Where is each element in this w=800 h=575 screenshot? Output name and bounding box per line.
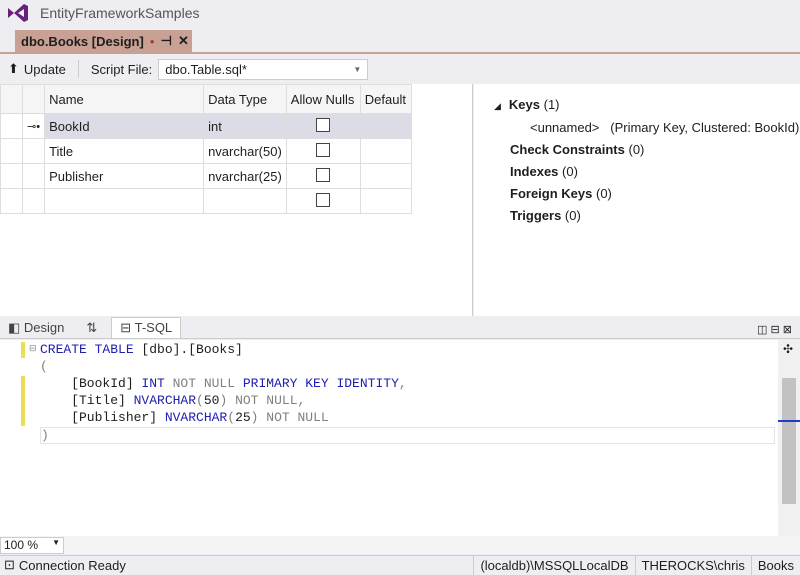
- code-line: (: [40, 359, 48, 374]
- connection-icon: ⊡: [4, 557, 15, 572]
- update-label: Update: [23, 61, 66, 77]
- foreign-keys-node[interactable]: Foreign Keys (0): [494, 183, 800, 205]
- change-marker: [21, 342, 25, 358]
- modified-dot-icon: ●: [149, 36, 155, 46]
- column-name-cell[interactable]: Title: [44, 138, 205, 164]
- default-cell[interactable]: [359, 188, 412, 214]
- key-name: <unnamed>: [530, 120, 600, 135]
- tab-label: dbo.Books [Design]: [21, 33, 144, 49]
- close-icon[interactable]: ✕: [178, 33, 189, 49]
- tab-tsql[interactable]: ⊟ T-SQL: [111, 317, 182, 338]
- columns-grid: Name Data Type Allow Nulls Default ⊸• Bo…: [0, 84, 473, 316]
- zoom-select[interactable]: 100 % ▼: [0, 537, 64, 554]
- pin-icon[interactable]: ⊣: [161, 33, 172, 49]
- app-title: EntityFrameworkSamples: [40, 5, 200, 21]
- code-line: [Title] NVARCHAR(50) NOT NULL,: [40, 393, 306, 408]
- chevron-down-icon: ▼: [353, 64, 362, 74]
- column-name-cell[interactable]: BookId: [44, 113, 205, 139]
- zoom-value: 100 %: [4, 538, 39, 552]
- sql-editor[interactable]: ⊟ CREATE TABLE [dbo].[Books] ( [BookId] …: [0, 340, 778, 536]
- allow-nulls-checkbox[interactable]: [316, 142, 331, 157]
- tab-label: T-SQL: [134, 320, 173, 335]
- toolbar: ⬆ Update Script File: dbo.Table.sql* ▼: [0, 55, 800, 83]
- item-count: (0): [562, 164, 578, 179]
- default-cell[interactable]: [359, 163, 412, 189]
- indexes-node[interactable]: Indexes (0): [494, 161, 800, 183]
- primary-key-icon: ⊸•: [21, 113, 46, 139]
- pane-layout-buttons[interactable]: ◫ ⊟ ⊠: [749, 321, 800, 338]
- upload-arrow-icon: ⬆: [8, 61, 19, 76]
- data-type-cell[interactable]: nvarchar(25): [203, 163, 287, 189]
- header-allow-nulls[interactable]: Allow Nulls: [285, 84, 361, 114]
- code-line: CREATE TABLE [dbo].[Books]: [40, 342, 243, 357]
- table-row[interactable]: ⊸• BookId int: [0, 113, 412, 139]
- script-file-label: Script File:: [90, 61, 153, 77]
- table-properties-pane: ◢ Keys (1) <unnamed> (Primary Key, Cluste…: [474, 84, 800, 316]
- allow-nulls-checkbox[interactable]: [316, 117, 331, 132]
- data-type-cell[interactable]: int: [203, 113, 287, 139]
- item-label: Triggers: [510, 208, 562, 223]
- title-bar: EntityFrameworkSamples: [0, 0, 800, 28]
- user-name: THEROCKS\chris: [634, 555, 751, 575]
- header-name[interactable]: Name: [44, 84, 205, 114]
- editor-footer: [0, 536, 800, 554]
- collapse-icon[interactable]: ⊟: [29, 344, 37, 354]
- allow-nulls-checkbox[interactable]: [316, 192, 331, 207]
- change-marker: [21, 376, 25, 426]
- item-label: Indexes: [510, 164, 559, 179]
- table-row[interactable]: Title nvarchar(50): [0, 138, 412, 164]
- database-name: Books: [750, 555, 800, 575]
- header-data-type[interactable]: Data Type: [203, 84, 287, 114]
- divider: [77, 60, 79, 78]
- keys-node[interactable]: ◢ Keys (1): [494, 94, 800, 117]
- sql-icon: ⊟: [120, 320, 132, 335]
- check-constraints-node[interactable]: Check Constraints (0): [494, 139, 800, 161]
- keys-count: (1): [543, 97, 560, 112]
- column-name-cell[interactable]: Publisher: [44, 163, 205, 189]
- design-icon: ◧: [8, 320, 21, 335]
- item-count: (0): [595, 186, 612, 201]
- grid-header: Name Data Type Allow Nulls Default: [0, 84, 412, 114]
- split-icon[interactable]: ✣: [783, 342, 793, 356]
- status-text: Connection Ready: [18, 557, 126, 573]
- status-bar: ⊡ Connection Ready (localdb)\MSSQLLocalD…: [0, 555, 800, 575]
- script-file-value: dbo.Table.sql*: [165, 61, 247, 77]
- keys-label: Keys: [508, 97, 540, 112]
- default-cell[interactable]: [359, 113, 412, 139]
- data-type-cell[interactable]: [203, 188, 287, 214]
- vertical-scrollbar[interactable]: ✣: [778, 340, 800, 536]
- tab-design[interactable]: ◧ Design: [0, 318, 72, 338]
- server-name: (localdb)\MSSQLLocalDB: [473, 555, 634, 575]
- tab-underline: [0, 52, 800, 54]
- swap-panes-button[interactable]: ⇅: [78, 318, 105, 338]
- code-line: [Publisher] NVARCHAR(25) NOT NULL: [40, 410, 329, 425]
- default-cell[interactable]: [359, 138, 412, 164]
- data-type-cell[interactable]: nvarchar(50): [203, 138, 287, 164]
- item-count: (0): [628, 142, 645, 157]
- key-item[interactable]: <unnamed> (Primary Key, Clustered: BookI…: [494, 117, 800, 139]
- table-row-new[interactable]: [0, 188, 412, 214]
- scroll-thumb[interactable]: [782, 378, 796, 504]
- expand-triangle-icon[interactable]: ◢: [494, 101, 501, 111]
- allow-nulls-checkbox[interactable]: [316, 167, 331, 182]
- item-count: (0): [564, 208, 581, 223]
- triggers-node[interactable]: Triggers (0): [494, 205, 800, 227]
- script-file-select[interactable]: dbo.Table.sql* ▼: [158, 58, 369, 80]
- item-label: Foreign Keys: [510, 186, 593, 201]
- code-line: [BookId] INT NOT NULL PRIMARY KEY IDENTI…: [40, 376, 407, 391]
- view-tabs: ◧ Design ⇅ ⊟ T-SQL ◫ ⊟ ⊠: [0, 317, 800, 339]
- header-default[interactable]: Default: [359, 84, 412, 114]
- caret-marker: [778, 420, 800, 422]
- update-button[interactable]: ⬆ Update: [8, 61, 66, 77]
- key-desc: (Primary Key, Clustered: BookId): [610, 120, 800, 135]
- visual-studio-logo: [8, 4, 28, 22]
- code-line-current: ): [40, 427, 775, 444]
- column-name-cell[interactable]: [44, 188, 205, 214]
- tab-books-design[interactable]: dbo.Books [Design] ● ⊣ ✕: [15, 30, 192, 52]
- chevron-down-icon: ▼: [52, 538, 60, 547]
- item-label: Check Constraints: [510, 142, 625, 157]
- table-row[interactable]: Publisher nvarchar(25): [0, 163, 412, 189]
- tab-label: Design: [23, 320, 65, 335]
